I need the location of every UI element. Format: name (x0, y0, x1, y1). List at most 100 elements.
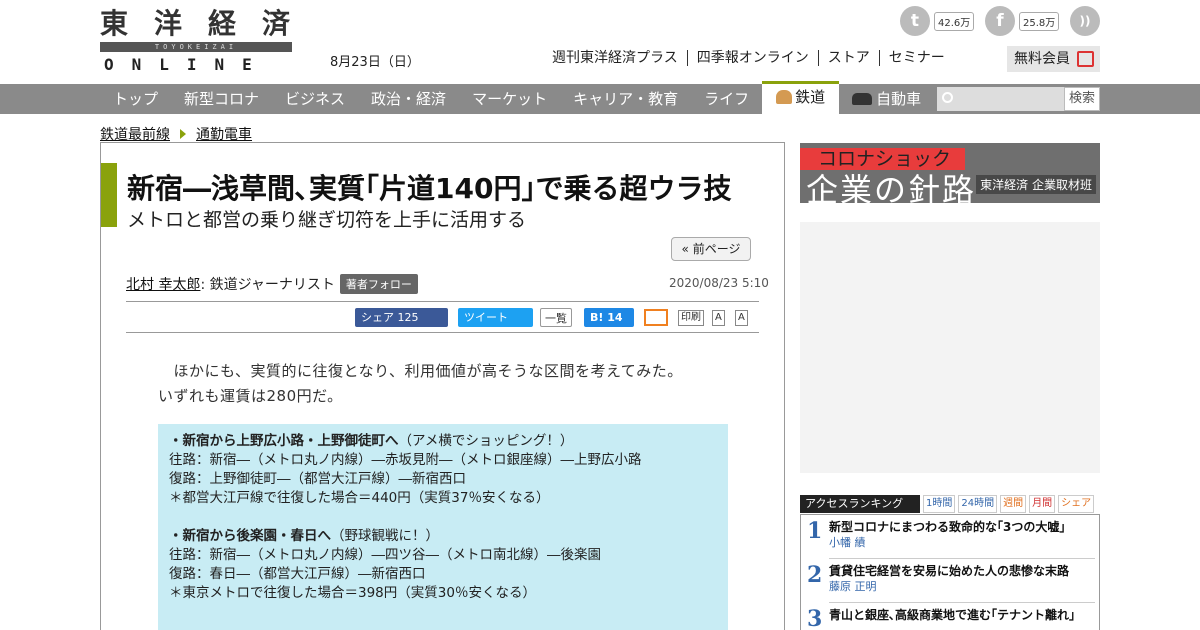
route-line: ＊都営大江戸線で往復した場合＝440円（実質37％安くなる） (169, 490, 550, 506)
rank-headline: 新型コロナにまつわる致命的な｢3つの大嘘｣ (829, 520, 1066, 534)
nav-item[interactable]: トップ (100, 84, 171, 114)
banner-title: 企業の針路 (806, 171, 977, 203)
author-follow-button[interactable]: 著者フォロー (339, 274, 418, 294)
logo-char: 経 (207, 7, 238, 40)
current-date: 8月23日（日） (330, 55, 420, 70)
ranking-tab[interactable]: 1時間 (923, 495, 956, 513)
top-link[interactable]: ストア (817, 50, 879, 66)
top-links: 週刊東洋経済プラス 四季報オンライン ストア セミナー (552, 50, 954, 66)
nav-item-car[interactable]: 自動車 (839, 84, 934, 114)
nav-item[interactable]: マーケット (459, 84, 560, 114)
breadcrumb: 鉄道最前線 通勤電車 (100, 124, 252, 144)
top-link[interactable]: セミナー (878, 50, 954, 66)
publish-date: 2020/08/23 5:10 (669, 276, 769, 290)
article-title: 新宿―浅草間､実質｢片道140円｣で乗る超ウラ技 (127, 172, 732, 205)
breadcrumb-link[interactable]: 通勤電車 (196, 124, 252, 144)
rank-headline: 賃貸住宅経営を安易に始めた人の悲惨な末路 (829, 564, 1070, 578)
search-icon (942, 92, 953, 103)
share-bar: シェア 125 ツイート 一覧 B! 14 印刷 A A (126, 301, 759, 333)
ranking-tab[interactable]: 月間 (1029, 495, 1056, 513)
rank-author: 藤原 正明 (829, 580, 877, 593)
nav-item[interactable]: 政治・経済 (358, 84, 459, 114)
font-small-button[interactable]: A (712, 310, 725, 326)
nav-label: 鉄道 (795, 88, 826, 106)
access-ranking: アクセスランキング 1時間 24時間 週間 月間 シェア 1 新型コロナにまつわ… (800, 495, 1100, 630)
logo-char: 洋 (153, 7, 184, 40)
route-heading: ・新宿から上野広小路・上野御徒町へ（アメ横でショッピング！） (169, 432, 717, 451)
member-label: 無料会員 (1014, 51, 1070, 67)
ranking-tab[interactable]: 24時間 (958, 495, 998, 513)
print-button[interactable]: 印刷 (678, 310, 704, 326)
ranking-item[interactable]: 1 新型コロナにまつわる致命的な｢3つの大嘘｣ 小幡 績 (801, 515, 1099, 559)
author-line: 北村 幸太郎 : 鉄道ジャーナリスト 著者フォロー (126, 274, 418, 294)
nav-item[interactable]: ビジネス (272, 84, 358, 114)
rank-author: 小幡 績 (829, 536, 866, 549)
facebook-share-button[interactable]: シェア 125 (355, 308, 448, 327)
chevron-right-icon (180, 129, 186, 139)
route-info-box: ・新宿から上野広小路・上野御徒町へ（アメ横でショッピング！） 往路：新宿―（メト… (158, 424, 728, 630)
facebook-count: 25.8万 (1019, 11, 1060, 31)
logo-char: 済 (261, 7, 292, 40)
toyokeizai-logo[interactable]: 東 洋 経 済 TOYOKEIZAI ONLINE (100, 8, 292, 74)
logo-sub: TOYOKEIZAI (100, 42, 292, 52)
tweet-button[interactable]: ツイート (458, 308, 533, 327)
breadcrumb-link[interactable]: 鉄道最前線 (100, 124, 170, 144)
route-note: （アメ横でショッピング！） (398, 433, 574, 449)
rank-text: 賃貸住宅経営を安易に始めた人の悲惨な末路 藤原 正明 (829, 563, 1095, 603)
tweet-list-button[interactable]: 一覧 (540, 308, 572, 327)
body-line: いずれも運賃は280円だ。 (158, 387, 343, 405)
route-line: 復路：春日―（都営大江戸線）―新宿西口 (169, 566, 426, 582)
rank-number: 3 (807, 606, 823, 630)
twitter-count: 42.6万 (934, 11, 975, 31)
free-member-button[interactable]: 無料会員 (1007, 46, 1100, 72)
ranking-tab[interactable]: 週間 (1000, 495, 1027, 513)
route-line: 復路：上野御徒町―（都営大江戸線）―新宿西口 (169, 471, 466, 487)
route-line: ＊東京メトロで往復した場合＝398円（実質30％安くなる） (169, 585, 536, 601)
nav-item[interactable]: ライフ (691, 84, 762, 114)
rank-text: 青山と銀座､高級商業地で進む｢テナント離れ｣ (829, 607, 1095, 630)
logo-kanji: 東 洋 経 済 (100, 8, 292, 40)
twitter-follow[interactable]: t 42.6万 (900, 6, 975, 36)
gift-icon (1077, 51, 1094, 67)
rss-link[interactable]: )) (1070, 6, 1100, 36)
search-form: 検索 (937, 87, 1100, 111)
nav-label: 自動車 (876, 90, 922, 108)
search-button[interactable]: 検索 (1064, 87, 1100, 111)
ranking-tab-share[interactable]: シェア (1058, 495, 1095, 513)
article: 新宿―浅草間､実質｢片道140円｣で乗る超ウラ技 メトロと都営の乗り継ぎ切符を上… (100, 142, 785, 630)
top-link[interactable]: 四季報オンライン (686, 50, 818, 66)
rank-headline: 青山と銀座､高級商業地で進む｢テナント離れ｣ (829, 608, 1076, 622)
nav-item[interactable]: キャリア・教育 (560, 84, 691, 114)
prev-page-button[interactable]: « 前ページ (671, 237, 751, 261)
site-header: 東 洋 経 済 TOYOKEIZAI ONLINE 8月23日（日） 週刊東洋経… (0, 0, 1200, 84)
search-input[interactable] (937, 87, 1064, 111)
rss-icon: )) (1070, 6, 1100, 36)
hatena-bookmark-button[interactable]: B! 14 (584, 308, 634, 327)
ranking-item[interactable]: 2 賃貸住宅経営を安易に始めた人の悲惨な末路 藤原 正明 (801, 559, 1099, 603)
facebook-follow[interactable]: f 25.8万 (985, 6, 1060, 36)
top-link[interactable]: 週刊東洋経済プラス (552, 50, 687, 66)
twitter-icon: t (900, 6, 930, 36)
rank-number: 1 (807, 518, 823, 544)
nav-items: トップ 新型コロナ ビジネス 政治・経済 マーケット キャリア・教育 ライフ 鉄… (100, 81, 934, 114)
corona-shock-banner[interactable]: コロナショック 企業の針路 東洋経済 企業取材班 (800, 143, 1100, 203)
ranking-item[interactable]: 3 青山と銀座､高級商業地で進む｢テナント離れ｣ (801, 603, 1099, 630)
author-name[interactable]: 北村 幸太郎 (126, 274, 200, 294)
nav-item[interactable]: 新型コロナ (171, 84, 272, 114)
route-note: （野球観戦に！） (331, 528, 439, 544)
font-large-button[interactable]: A (735, 310, 748, 326)
ranking-list: 1 新型コロナにまつわる致命的な｢3つの大嘘｣ 小幡 績 2 賃貸住宅経営を安易… (800, 514, 1100, 630)
mail-icon[interactable] (644, 309, 668, 326)
route-title: ・新宿から上野広小路・上野御徒町へ (169, 433, 399, 449)
ad-slot (800, 222, 1100, 473)
rank-text: 新型コロナにまつわる致命的な｢3つの大嘘｣ 小幡 績 (829, 519, 1095, 559)
article-body: ほかにも、実質的に往復となり、利用価値が高そうな区間を考えてみた。 いずれも運賃… (158, 359, 683, 409)
article-subtitle: メトロと都営の乗り継ぎ切符を上手に活用する (127, 209, 527, 231)
logo-online: ONLINE (104, 55, 270, 74)
rank-number: 2 (807, 562, 823, 588)
body-line: ほかにも、実質的に往復となり、利用価値が高そうな区間を考えてみた。 (158, 362, 683, 380)
nav-item-railway[interactable]: 鉄道 (762, 81, 840, 114)
route-line: 往路：新宿―（メトロ丸ノ内線）―赤坂見附―（メトロ銀座線）―上野広小路 (169, 452, 642, 468)
route-title: ・新宿から後楽園・春日へ (169, 528, 331, 544)
